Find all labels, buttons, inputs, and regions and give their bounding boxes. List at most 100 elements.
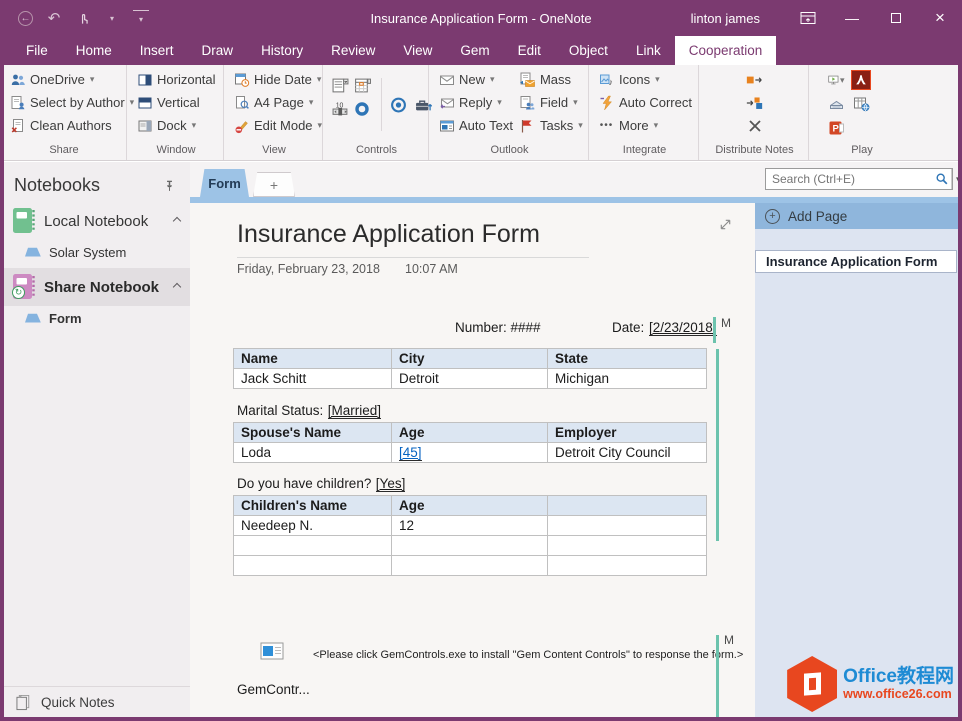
icons-button[interactable]: ♪ Icons bbox=[595, 68, 695, 91]
pin-icon[interactable] bbox=[161, 177, 178, 194]
powerpoint-icon[interactable]: P bbox=[828, 120, 845, 137]
child-age-cell[interactable]: 12 bbox=[392, 516, 548, 536]
radio-control-icon[interactable] bbox=[390, 96, 407, 113]
children-table[interactable]: Children's Name Age Needeep N. 12 bbox=[233, 495, 707, 576]
field-button[interactable]: Field bbox=[516, 91, 586, 114]
children-header-age[interactable]: Age bbox=[392, 496, 548, 516]
undo-icon[interactable]: ↶ bbox=[46, 10, 62, 26]
empty-row-cell[interactable] bbox=[392, 556, 548, 576]
back-icon[interactable]: ← bbox=[18, 11, 33, 26]
auto-correct-button[interactable]: Auto Correct bbox=[595, 91, 695, 114]
datepicker-control-icon[interactable] bbox=[354, 77, 371, 94]
close-button[interactable]: × bbox=[918, 0, 962, 36]
send-notes-icon[interactable] bbox=[746, 68, 763, 91]
touch-mode-dropdown-icon[interactable]: ▾ bbox=[104, 10, 120, 26]
more-button[interactable]: ••• More bbox=[595, 114, 695, 137]
tab-view[interactable]: View bbox=[389, 36, 446, 65]
child-name-cell[interactable]: Needeep N. bbox=[234, 516, 392, 536]
spinner-control-icon[interactable]: 10 bbox=[332, 100, 349, 117]
tab-file[interactable]: File bbox=[12, 36, 62, 65]
quick-notes-button[interactable]: Quick Notes bbox=[4, 686, 190, 717]
search-scope-dropdown-icon[interactable]: ▾ bbox=[951, 169, 962, 189]
tab-cooperation[interactable]: Cooperation bbox=[675, 36, 777, 65]
page-canvas[interactable]: Insurance Application Form Friday, Febru… bbox=[190, 203, 755, 717]
onedrive-button[interactable]: OneDrive bbox=[6, 68, 137, 91]
web-table-icon[interactable] bbox=[853, 96, 870, 113]
horizontal-button[interactable]: Horizontal bbox=[133, 68, 219, 91]
applicant-name-cell[interactable]: Jack Schitt bbox=[234, 369, 392, 389]
user-account[interactable]: linton james bbox=[691, 11, 760, 26]
section-solar-system[interactable]: Solar System bbox=[4, 240, 190, 264]
toggle-control-icon[interactable] bbox=[354, 100, 371, 117]
applicant-header-name[interactable]: Name bbox=[234, 349, 392, 369]
tab-history[interactable]: History bbox=[247, 36, 317, 65]
scanner-icon[interactable] bbox=[828, 96, 845, 113]
tab-gem[interactable]: Gem bbox=[446, 36, 503, 65]
tab-home[interactable]: Home bbox=[62, 36, 126, 65]
ribbon-display-options-icon[interactable] bbox=[786, 0, 830, 36]
applicant-table[interactable]: Name City State Jack Schitt Detroit Mich… bbox=[233, 348, 707, 389]
tab-edit[interactable]: Edit bbox=[504, 36, 555, 65]
chevron-up-icon[interactable] bbox=[173, 283, 181, 291]
combobox-control-icon[interactable] bbox=[332, 77, 349, 94]
children-header-name[interactable]: Children's Name bbox=[234, 496, 392, 516]
spouse-employer-cell[interactable]: Detroit City Council bbox=[548, 443, 707, 463]
expand-page-icon[interactable] bbox=[717, 216, 734, 233]
reply-button[interactable]: Reply bbox=[435, 91, 516, 114]
attachment-filename[interactable]: GemContr... bbox=[237, 682, 310, 697]
add-page-button[interactable]: + Add Page bbox=[755, 203, 958, 229]
children-answer-link[interactable]: [Yes] bbox=[376, 476, 406, 492]
delete-notes-icon[interactable] bbox=[746, 114, 763, 137]
tasks-button[interactable]: Tasks bbox=[516, 114, 586, 137]
tab-draw[interactable]: Draw bbox=[188, 36, 248, 65]
section-form[interactable]: Form bbox=[4, 306, 190, 330]
customize-qat-icon[interactable]: ▾ bbox=[133, 10, 149, 26]
child-empty-cell[interactable] bbox=[548, 516, 707, 536]
page-title[interactable]: Insurance Application Form bbox=[237, 220, 540, 249]
applicant-header-state[interactable]: State bbox=[548, 349, 707, 369]
tab-object[interactable]: Object bbox=[555, 36, 622, 65]
applicant-header-city[interactable]: City bbox=[392, 349, 548, 369]
empty-row-cell[interactable] bbox=[234, 556, 392, 576]
page-list-item-selected[interactable]: Insurance Application Form bbox=[755, 250, 957, 273]
spouse-header-age[interactable]: Age bbox=[392, 423, 548, 443]
tab-insert[interactable]: Insert bbox=[126, 36, 188, 65]
select-by-author-button[interactable]: Select by Author bbox=[6, 91, 137, 114]
minimize-button[interactable]: — bbox=[830, 0, 874, 36]
clean-authors-button[interactable]: Clean Authors bbox=[6, 114, 137, 137]
spouse-age-link[interactable]: [45] bbox=[399, 445, 422, 461]
empty-row-cell[interactable] bbox=[392, 536, 548, 556]
notebook-local[interactable]: Local Notebook bbox=[4, 202, 190, 240]
date-field-link[interactable]: [2/23/2018] bbox=[649, 320, 717, 336]
chevron-up-icon[interactable] bbox=[173, 217, 181, 225]
spouse-header-employer[interactable]: Employer bbox=[548, 423, 707, 443]
dock-button[interactable]: Dock bbox=[133, 114, 219, 137]
auto-text-button[interactable]: Auto Text bbox=[435, 114, 516, 137]
spouse-name-cell[interactable]: Loda bbox=[234, 443, 392, 463]
maximize-button[interactable] bbox=[874, 0, 918, 36]
pdf-icon[interactable] bbox=[851, 70, 871, 90]
children-header-empty[interactable] bbox=[548, 496, 707, 516]
notebook-share[interactable]: ↻ Share Notebook bbox=[4, 268, 190, 306]
search-input[interactable] bbox=[766, 172, 933, 186]
presenter-icon[interactable] bbox=[828, 72, 845, 89]
number-field-label[interactable]: Number: #### bbox=[455, 320, 541, 335]
empty-row-cell[interactable] bbox=[548, 556, 707, 576]
tab-link[interactable]: Link bbox=[622, 36, 675, 65]
applicant-city-cell[interactable]: Detroit bbox=[392, 369, 548, 389]
a4-page-button[interactable]: A4 Page bbox=[230, 91, 325, 114]
empty-row-cell[interactable] bbox=[234, 536, 392, 556]
search-box[interactable]: ▾ bbox=[765, 168, 953, 190]
search-icon[interactable] bbox=[933, 171, 951, 188]
marital-status-link[interactable]: [Married] bbox=[328, 403, 381, 419]
empty-row-cell[interactable] bbox=[548, 536, 707, 556]
spouse-table[interactable]: Spouse's Name Age Employer Loda [45] Det… bbox=[233, 422, 707, 463]
edit-mode-button[interactable]: Edit Mode bbox=[230, 114, 325, 137]
collect-notes-icon[interactable] bbox=[746, 91, 763, 114]
tab-review[interactable]: Review bbox=[317, 36, 389, 65]
hide-date-button[interactable]: Hide Date bbox=[230, 68, 325, 91]
spouse-header-name[interactable]: Spouse's Name bbox=[234, 423, 392, 443]
attachment-window-icon[interactable] bbox=[260, 641, 284, 661]
vertical-button[interactable]: Vertical bbox=[133, 91, 219, 114]
new-section-tab[interactable]: + bbox=[253, 172, 295, 197]
